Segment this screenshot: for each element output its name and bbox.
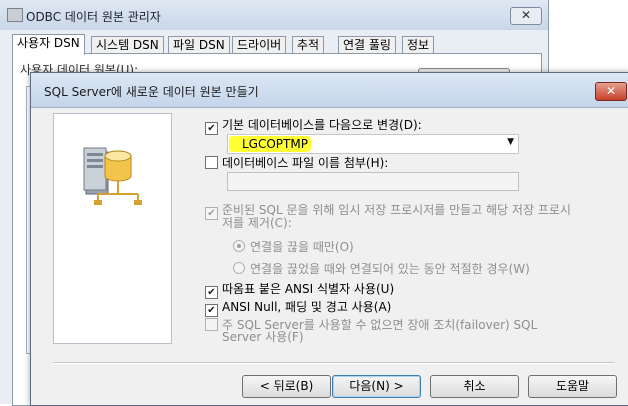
cancel-button[interactable]: 취소 [430, 375, 519, 398]
attach-db-file-label: 데이터베이스 파일 이름 첨부(H): [222, 156, 389, 170]
radio-on-disconnect[interactable] [233, 240, 245, 252]
attach-db-file-option[interactable]: 데이터베이스 파일 이름 첨부(H): [205, 154, 388, 171]
change-default-db-label: 기본 데이터베이스를 다음으로 변경(D): [222, 118, 422, 132]
change-default-db-checkbox[interactable]: ✔ [205, 122, 218, 135]
dialog-title: SQL Server에 새로운 데이터 원본 만들기 [44, 85, 259, 99]
failover-label-line2: Server 사용(F) [222, 330, 304, 344]
tab-user-dsn[interactable]: 사용자 DSN [12, 34, 85, 55]
dialog-close-button[interactable]: ✕ [595, 82, 627, 101]
dropdown-arrow-icon[interactable]: ▼ [507, 137, 514, 147]
create-temp-procs-checkbox[interactable]: ✔ [205, 207, 218, 220]
default-db-combobox[interactable]: LGCOPTMP ▼ [227, 134, 519, 154]
tab-drivers[interactable]: 드라이버 [232, 36, 287, 54]
tab-system-dsn[interactable]: 시스템 DSN [91, 36, 164, 54]
tab-file-dsn[interactable]: 파일 DSN [168, 36, 230, 54]
quoted-identifiers-label: 따옴표 붙은 ANSI 식별자 사용(U) [222, 282, 395, 296]
button-separator [53, 362, 615, 364]
radio-disconnect-and-while-option[interactable]: 연결을 끊었을 때와 연결되어 있는 동안 적절한 경우(W) [233, 260, 530, 277]
change-default-db-option[interactable]: ✔ 기본 데이터베이스를 다음으로 변경(D): [205, 116, 422, 135]
radio-on-disconnect-label: 연결을 끊을 때만(O) [250, 240, 354, 254]
attach-db-file-checkbox[interactable] [205, 156, 218, 169]
wizard-image-panel [53, 113, 172, 344]
dialog-titlebar: SQL Server에 새로운 데이터 원본 만들기 ✕ [31, 73, 628, 108]
odbc-admin-close-button[interactable]: ✕ [510, 7, 542, 25]
server-database-icon [83, 147, 142, 205]
failover-checkbox[interactable] [205, 318, 218, 331]
tab-tracing[interactable]: 추적 [292, 36, 325, 54]
tab-connection-pooling[interactable]: 연결 풀링 [338, 36, 396, 54]
radio-disconnect-and-while-label: 연결을 끊었을 때와 연결되어 있는 동안 적절한 경우(W) [250, 262, 530, 276]
radio-disconnect-and-while[interactable] [233, 262, 245, 274]
odbc-app-icon [7, 8, 23, 22]
help-button[interactable]: 도움말 [528, 375, 617, 398]
odbc-admin-title: ODBC 데이터 원본 관리자 [26, 10, 161, 24]
create-temp-procs-label-line2: 저를 제거(C): [222, 216, 292, 230]
back-button[interactable]: < 뒤로(B) [242, 375, 331, 398]
ansi-nulls-label: ANSI Null, 패딩 및 경고 사용(A) [222, 300, 392, 314]
ansi-nulls-option[interactable]: ✔ ANSI Null, 패딩 및 경고 사용(A) [205, 298, 391, 317]
default-db-value: LGCOPTMP [242, 137, 308, 151]
next-button[interactable]: 다음(N) > [332, 375, 421, 398]
radio-on-disconnect-option[interactable]: 연결을 끊을 때만(O) [233, 238, 354, 255]
new-data-source-dialog: SQL Server에 새로운 데이터 원본 만들기 ✕ ✔ 기본 데이터베이스를… [30, 72, 628, 406]
quoted-identifiers-option[interactable]: ✔ 따옴표 붙은 ANSI 식별자 사용(U) [205, 280, 394, 299]
odbc-admin-titlebar: ODBC 데이터 원본 관리자 ✕ [0, 0, 548, 30]
attach-db-file-input[interactable] [227, 172, 519, 191]
tab-about[interactable]: 정보 [402, 36, 435, 54]
